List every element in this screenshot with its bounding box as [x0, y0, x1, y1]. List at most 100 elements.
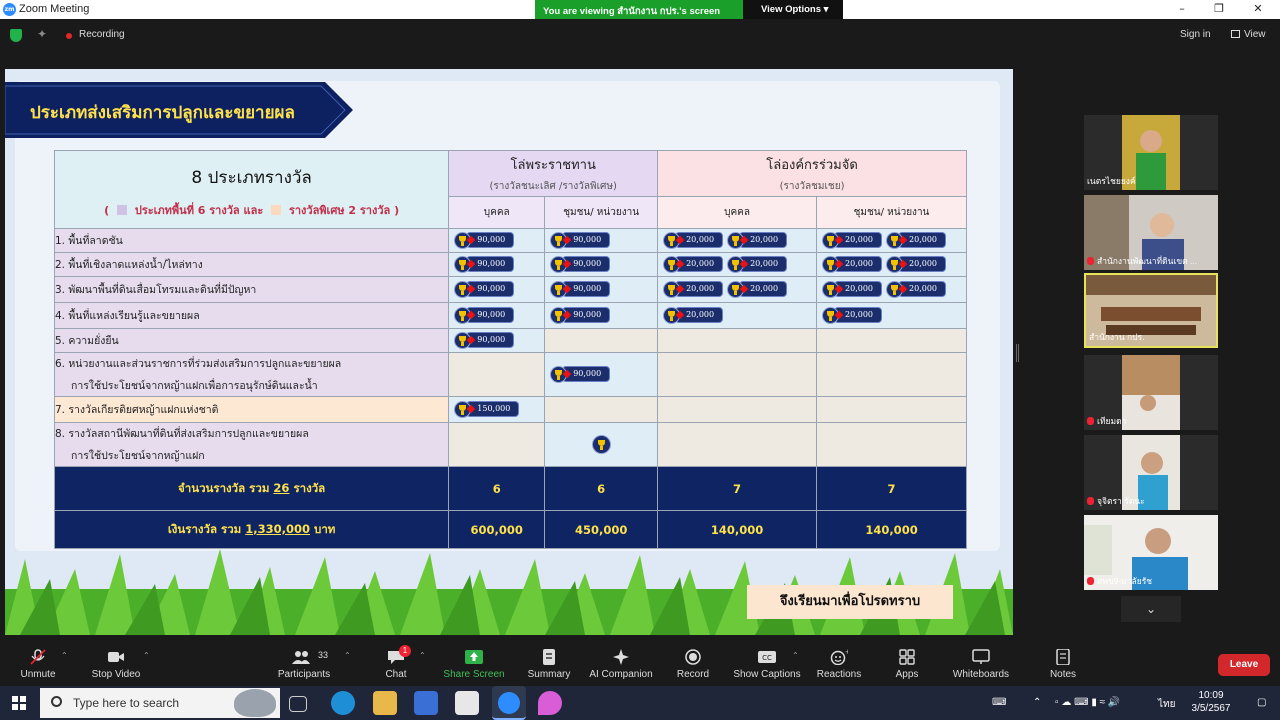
- maximize-icon[interactable]: ❐: [1212, 2, 1226, 15]
- money-cell: 140,000: [657, 510, 818, 549]
- stop-video-button[interactable]: Stop Video: [90, 641, 142, 686]
- count-cell: 6: [448, 466, 546, 511]
- svg-text:CC: CC: [762, 654, 772, 662]
- participant-name: สพข9-มาลัยรัช: [1087, 574, 1152, 588]
- money-prefix: เงินรางวัล รวม: [167, 521, 242, 536]
- share-screen-icon: [465, 650, 483, 664]
- award-row: 5. ความยั่งยืน 90,000: [53, 328, 967, 353]
- count-suffix: รางวัล: [293, 480, 326, 495]
- show-hidden-icons-chevron-icon[interactable]: ⌃: [1033, 697, 1041, 708]
- taskbar-clock[interactable]: 10:09 3/5/2567: [1180, 689, 1242, 715]
- award-label-text: 1. พื้นที่ลาดชัน: [55, 235, 123, 247]
- muted-mic-icon: [1087, 577, 1094, 585]
- system-tray-icons[interactable]: ▫ ☁ ⌨ ▮ ≈ 🔊: [1055, 697, 1120, 708]
- microsoft-store-icon[interactable]: [414, 691, 438, 715]
- task-view-icon[interactable]: [289, 696, 307, 712]
- notes-button[interactable]: Notes: [1046, 641, 1080, 686]
- edge-browser-icon[interactable]: [331, 691, 355, 715]
- apps-button[interactable]: Apps: [891, 641, 923, 686]
- paint-app-icon[interactable]: [538, 691, 562, 715]
- ai-companion-button[interactable]: AI Companion: [588, 641, 654, 686]
- sign-in-link[interactable]: Sign in: [1180, 29, 1211, 40]
- acknowledgement-box: จึงเรียนมาเพื่อโปรดทราบ: [747, 585, 953, 619]
- prize-badge: 20,000: [663, 232, 724, 249]
- money-cell: 600,000: [448, 510, 546, 549]
- prize-cell: 90,000: [544, 276, 659, 303]
- security-shield-icon[interactable]: [10, 29, 22, 42]
- summary-label: Summary: [527, 669, 571, 680]
- video-options-caret-icon[interactable]: ⌃: [143, 651, 150, 660]
- award-row: 1. พื้นที่ลาดชัน 90,000 90,000 20,000 20,000…: [53, 228, 967, 253]
- file-explorer-icon[interactable]: [373, 691, 397, 715]
- reactions-label: Reactions: [816, 669, 862, 680]
- chat-button[interactable]: 1 Chat: [378, 641, 414, 686]
- prize-cell: [657, 352, 818, 397]
- award-row-label: 3. พัฒนาพื้นที่ดินเสื่อมโทรมและดินที่มีป…: [53, 276, 450, 303]
- minimize-icon[interactable]: –: [1175, 2, 1189, 15]
- participant-video-4[interactable]: เทียมดา: [1084, 355, 1218, 430]
- participant-video-1[interactable]: เนตรไชยยงค์: [1084, 115, 1218, 190]
- prize-badge: 90,000: [550, 281, 611, 298]
- prize-badge: 90,000: [550, 366, 611, 383]
- recording-label[interactable]: Recording: [79, 29, 125, 40]
- captions-icon: CC: [758, 651, 776, 663]
- summary-button[interactable]: Summary: [524, 641, 574, 686]
- prize-cell: 90,000: [448, 302, 546, 329]
- taskbar-search-box[interactable]: Type here to search: [40, 688, 280, 718]
- prize-badges: 90,000: [449, 281, 544, 298]
- close-icon[interactable]: ✕: [1251, 2, 1265, 15]
- participant-name: สำนักงาน กปร.: [1089, 332, 1145, 342]
- prize-badges: 90,000: [545, 281, 657, 298]
- leave-button[interactable]: Leave: [1218, 654, 1270, 676]
- search-icon: [51, 696, 62, 707]
- zoom-taskbar-icon[interactable]: [492, 686, 526, 720]
- participant-video-6[interactable]: สพข9-มาลัยรัช: [1084, 515, 1218, 590]
- award-label-text: 2. พื้นที่เชิงลาดแหล่งน้ำ/ไหล่ทาง: [55, 259, 203, 271]
- notifications-icon[interactable]: ▢: [1257, 697, 1266, 708]
- show-captions-button[interactable]: CC Show Captions: [733, 641, 801, 686]
- prize-cell: 90,000: [448, 228, 546, 253]
- participant-video-2[interactable]: สำนักงานพัฒนาที่ดินเขต ...: [1084, 195, 1218, 270]
- count-cell: 7: [657, 466, 818, 511]
- keyboard-icon[interactable]: ⌨: [992, 697, 1006, 708]
- award-row-label: 7. รางวัลเกียรติยศหญ้าแฝกแห่งชาติ: [53, 396, 450, 423]
- captions-caret-icon[interactable]: ⌃: [792, 651, 799, 660]
- mail-icon[interactable]: [455, 691, 479, 715]
- award-label-text: 4. พื้นที่แหล่งเรียนรู้และขยายผล: [55, 310, 200, 322]
- participant-video-3[interactable]: สำนักงาน กปร.: [1084, 273, 1218, 348]
- reactions-smiley-icon: +: [830, 649, 848, 665]
- chat-caret-icon[interactable]: ⌃: [419, 651, 426, 660]
- record-button[interactable]: Record: [674, 641, 712, 686]
- prize-badges: 90,000: [449, 232, 544, 249]
- participants-button[interactable]: 33 Participants: [276, 641, 332, 686]
- more-participants-chevron-icon[interactable]: ⌄: [1121, 596, 1181, 622]
- notes-label: Notes: [1049, 669, 1077, 680]
- notes-icon: [1056, 649, 1070, 665]
- prize-cell: 90,000: [544, 352, 659, 397]
- col-header-individual-1: บุคคล: [448, 196, 546, 229]
- language-indicator[interactable]: ไทย: [1158, 697, 1175, 712]
- panel-resize-handle[interactable]: [1016, 344, 1019, 362]
- prize-badges: 20,000 20,000: [817, 281, 966, 298]
- reactions-button[interactable]: + Reactions: [816, 641, 862, 686]
- window-titlebar: zm Zoom Meeting You are viewing สำนักงาน…: [0, 0, 1280, 19]
- view-options-button[interactable]: View Options ▾: [743, 0, 843, 19]
- award-row-label: 8. รางวัลสถานีพัฒนาที่ดินที่ส่งเสริมการป…: [53, 422, 450, 467]
- prize-badge: 20,000: [886, 256, 947, 273]
- participant-video-5[interactable]: จุจิตรา รัตนะ: [1084, 435, 1218, 510]
- prize-badge: 20,000: [886, 281, 947, 298]
- totals-money-row: เงินรางวัล รวม 1,330,000 บาท 600,000 450…: [53, 510, 967, 549]
- share-screen-button[interactable]: Share Screen: [442, 641, 506, 686]
- view-label: View: [1244, 29, 1266, 40]
- audio-options-caret-icon[interactable]: ⌃: [61, 651, 68, 660]
- ai-sparkle-icon[interactable]: ✦: [37, 27, 47, 41]
- muted-mic-icon: [1087, 417, 1094, 425]
- unmute-button[interactable]: Unmute: [14, 641, 62, 686]
- prize-cell: [448, 352, 546, 397]
- view-button[interactable]: View: [1231, 29, 1266, 40]
- whiteboards-button[interactable]: Whiteboards: [951, 641, 1011, 686]
- windows-start-icon[interactable]: [12, 696, 26, 710]
- participants-caret-icon[interactable]: ⌃: [344, 651, 351, 660]
- legend-special-text: รางวัลพิเศษ 2 รางวัล ): [288, 204, 400, 217]
- money-cell: 140,000: [816, 510, 967, 549]
